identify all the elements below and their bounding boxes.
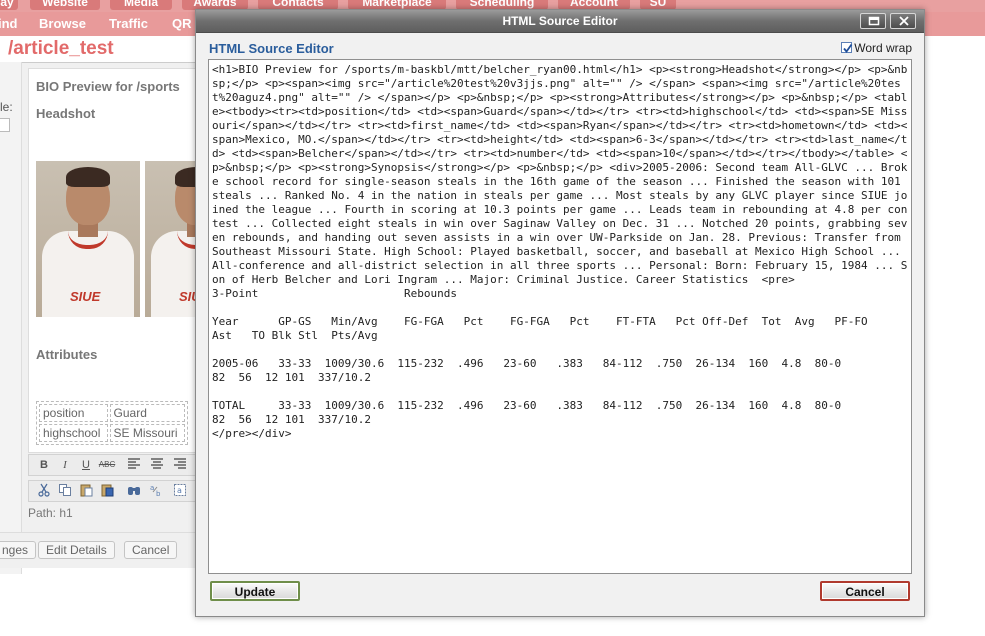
attributes-table: position Guard highschool SE Missouri bbox=[36, 401, 188, 445]
html-source-editor-dialog: HTML Source Editor HTML Source Editor Wo… bbox=[195, 9, 925, 617]
left-label: le: bbox=[0, 100, 13, 114]
underline-icon[interactable]: U bbox=[77, 457, 95, 473]
svg-text:a: a bbox=[177, 486, 182, 495]
dialog-title: HTML Source Editor bbox=[502, 14, 618, 28]
edit-details-button[interactable]: Edit Details bbox=[38, 541, 115, 559]
nav-browse[interactable]: Browse bbox=[39, 16, 86, 31]
tab-website[interactable]: Website bbox=[30, 0, 100, 10]
html-source-textarea[interactable]: <h1>BIO Preview for /sports/m-baskbl/mtt… bbox=[208, 59, 912, 574]
strikethrough-icon[interactable]: ABC bbox=[98, 457, 116, 473]
table-row: position Guard bbox=[39, 404, 185, 422]
preview-heading: BIO Preview for /sports bbox=[36, 79, 180, 94]
paste-icon[interactable] bbox=[77, 483, 95, 499]
save-changes-button[interactable]: nges bbox=[0, 541, 37, 559]
align-left-icon[interactable] bbox=[125, 457, 143, 473]
bottom-button-bar: nges Edit Details Cancel bbox=[0, 532, 197, 568]
editor-toolbar-format: B I U ABC bbox=[28, 454, 197, 476]
cut-icon[interactable] bbox=[35, 483, 53, 499]
headshot-image-1: SIUE bbox=[36, 161, 140, 317]
italic-icon[interactable]: I bbox=[56, 457, 74, 473]
left-column: le: bbox=[0, 62, 22, 574]
maximize-button[interactable] bbox=[860, 13, 886, 29]
table-row: highschool SE Missouri bbox=[39, 424, 185, 442]
attr-value: Guard bbox=[109, 404, 185, 422]
preview-panel[interactable]: BIO Preview for /sports Headshot SIUE SI… bbox=[28, 68, 197, 453]
page-cancel-button[interactable]: Cancel bbox=[124, 541, 178, 559]
paste-word-icon[interactable] bbox=[98, 483, 116, 499]
copy-icon[interactable] bbox=[56, 483, 74, 499]
select-all-icon[interactable]: a bbox=[171, 483, 189, 499]
nav-qr[interactable]: QR bbox=[172, 16, 192, 31]
word-wrap-label: Word wrap bbox=[854, 41, 912, 55]
nav-find[interactable]: ind bbox=[0, 16, 18, 31]
checkmark-icon bbox=[843, 43, 853, 53]
close-button[interactable] bbox=[890, 13, 916, 29]
editor-heading: HTML Source Editor bbox=[209, 41, 334, 56]
close-icon bbox=[899, 16, 909, 26]
nav-traffic[interactable]: Traffic bbox=[109, 16, 148, 31]
jersey-logo: SIUE bbox=[70, 289, 101, 304]
element-path: Path: h1 bbox=[28, 506, 73, 520]
cancel-button[interactable]: Cancel bbox=[820, 581, 910, 601]
page-title: /article_test bbox=[8, 38, 114, 59]
update-button[interactable]: Update bbox=[210, 581, 300, 601]
replace-icon[interactable]: ab bbox=[148, 483, 166, 499]
editor-toolbar-edit: ab a bbox=[28, 480, 197, 502]
headshot-label: Headshot bbox=[36, 106, 96, 121]
attributes-label: Attributes bbox=[36, 347, 98, 362]
left-field[interactable] bbox=[0, 118, 10, 132]
tab-today[interactable]: ay bbox=[0, 0, 18, 10]
attr-key: highschool bbox=[39, 424, 108, 442]
align-right-icon[interactable] bbox=[171, 457, 189, 473]
bold-icon[interactable]: B bbox=[35, 457, 53, 473]
dialog-titlebar[interactable]: HTML Source Editor bbox=[196, 10, 924, 33]
word-wrap-toggle[interactable]: Word wrap bbox=[841, 41, 912, 55]
headshot-image-2: SIUE bbox=[145, 161, 196, 317]
maximize-icon bbox=[868, 16, 880, 26]
source-pre-text: 3-Point Rebounds Year GP-GS Min/Avg FG-F… bbox=[212, 287, 868, 440]
tab-media[interactable]: Media bbox=[110, 0, 172, 10]
source-code-text: <h1>BIO Preview for /sports/m-baskbl/mtt… bbox=[212, 63, 908, 286]
attr-key: position bbox=[39, 404, 108, 422]
attr-value: SE Missouri bbox=[109, 424, 185, 442]
align-center-icon[interactable] bbox=[148, 457, 166, 473]
svg-text:b: b bbox=[156, 490, 161, 497]
find-icon[interactable] bbox=[125, 483, 143, 499]
word-wrap-checkbox[interactable] bbox=[841, 42, 853, 53]
